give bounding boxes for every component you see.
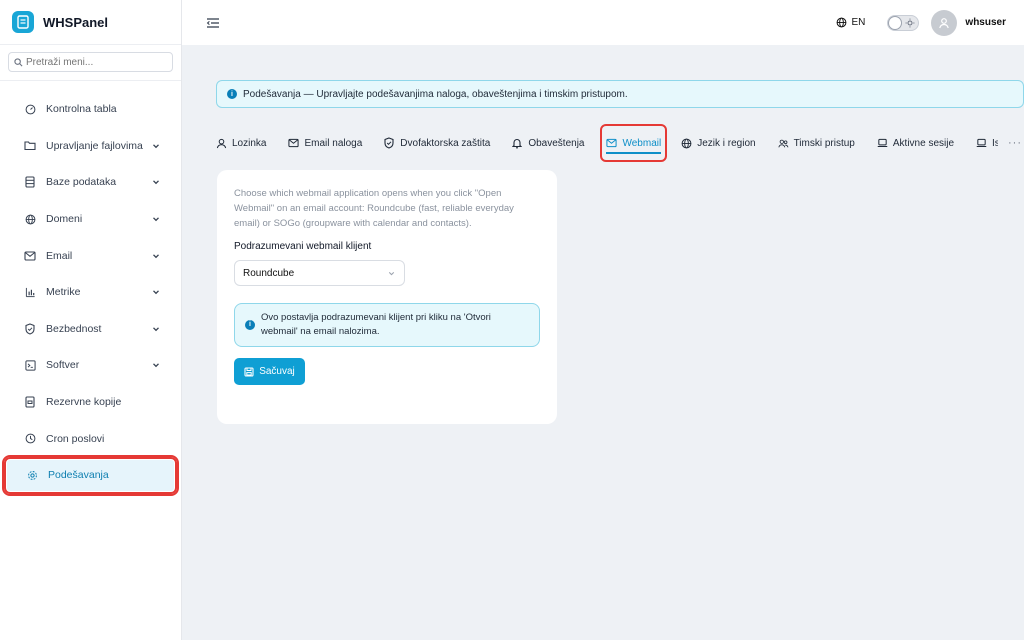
sidebar-item-security[interactable]: Bezbednost bbox=[0, 311, 181, 348]
sidebar: WHSPanel Kontrolna tabla Upravljanje faj… bbox=[0, 0, 182, 640]
sidebar-item-databases[interactable]: Baze podataka bbox=[0, 164, 181, 201]
tab-overflow-partial[interactable]: Is bbox=[976, 129, 998, 157]
gauge-icon bbox=[24, 103, 36, 115]
webmail-description: Choose which webmail application opens w… bbox=[234, 188, 514, 229]
selected-client: Roundcube bbox=[243, 267, 295, 279]
language-switcher[interactable]: EN bbox=[836, 17, 866, 28]
globe-icon bbox=[681, 138, 692, 149]
mail-icon bbox=[288, 138, 300, 149]
sidebar-item-cron[interactable]: Cron poslovi bbox=[0, 420, 181, 457]
username[interactable]: whsuser bbox=[965, 17, 1006, 28]
default-client-label: Podrazumevani webmail klijent bbox=[234, 241, 372, 252]
server-icon bbox=[12, 11, 34, 33]
tab-team-access[interactable]: Timski pristup bbox=[777, 129, 855, 157]
language-code: EN bbox=[851, 17, 866, 28]
mail-icon bbox=[606, 138, 618, 149]
theme-toggle[interactable] bbox=[887, 14, 920, 31]
sidebar-item-settings[interactable]: Podešavanja bbox=[2, 454, 179, 496]
save-button[interactable]: Sačuvaj bbox=[234, 358, 305, 385]
search-icon bbox=[14, 57, 23, 66]
database-icon bbox=[24, 176, 36, 189]
info-icon: i bbox=[245, 320, 255, 330]
search-input[interactable] bbox=[26, 56, 166, 68]
laptop-icon bbox=[976, 138, 987, 149]
tab-account-email[interactable]: Email naloga bbox=[288, 129, 362, 157]
tab-notifications[interactable]: Obaveštenja bbox=[512, 129, 584, 157]
folder-icon bbox=[24, 140, 36, 152]
main-content: i Podešavanja — Upravljajte podešavanjim… bbox=[182, 45, 1024, 640]
shield-icon bbox=[24, 323, 36, 335]
sidebar-item-software[interactable]: Softver bbox=[0, 347, 181, 384]
sidebar-item-dashboard[interactable]: Kontrolna tabla bbox=[0, 91, 181, 128]
sidebar-item-backups[interactable]: Rezervne kopije bbox=[0, 384, 181, 421]
more-tabs-button[interactable]: ··· bbox=[1008, 137, 1022, 149]
bar-chart-icon bbox=[24, 286, 36, 298]
tab-webmail[interactable]: Webmail bbox=[600, 124, 668, 162]
laptop-icon bbox=[877, 138, 888, 149]
terminal-icon bbox=[24, 359, 36, 371]
tab-active-sessions[interactable]: Aktivne sesije bbox=[877, 129, 954, 157]
tab-language-region[interactable]: Jezik i region bbox=[681, 129, 756, 157]
chevron-down-icon bbox=[153, 144, 159, 149]
sidebar-item-metrics[interactable]: Metrike bbox=[0, 274, 181, 311]
menu-search[interactable] bbox=[8, 52, 173, 72]
sidebar-item-files[interactable]: Upravljanje fajlovima bbox=[0, 128, 181, 165]
webmail-client-select[interactable]: Roundcube bbox=[234, 260, 405, 286]
note-text: Ovo postavlja podrazumevani klijent pri … bbox=[261, 312, 491, 337]
chevron-down-icon bbox=[153, 217, 159, 222]
sidebar-nav: Kontrolna tabla Upravljanje fajlovima Ba… bbox=[0, 81, 181, 496]
bell-icon bbox=[512, 138, 523, 149]
tab-password[interactable]: Lozinka bbox=[216, 129, 266, 157]
save-icon bbox=[244, 366, 254, 377]
brand-title: WHSPanel bbox=[43, 14, 109, 30]
webmail-settings-card: Choose which webmail application opens w… bbox=[217, 170, 557, 424]
chevron-down-icon bbox=[388, 271, 395, 275]
banner-text: Podešavanja — Upravljajte podešavanjima … bbox=[243, 88, 628, 100]
sidebar-item-domains[interactable]: Domeni bbox=[0, 201, 181, 238]
users-icon bbox=[777, 138, 789, 149]
user-icon bbox=[939, 17, 950, 28]
clock-icon bbox=[24, 433, 36, 445]
topbar: EN whsuser bbox=[182, 0, 1024, 45]
globe-icon bbox=[24, 213, 36, 225]
chevron-down-icon bbox=[153, 290, 159, 295]
gear-icon bbox=[26, 469, 38, 481]
menu-collapse-icon[interactable] bbox=[206, 16, 220, 30]
settings-tabs: Lozinka Email naloga Dvofaktorska zaštit… bbox=[216, 123, 1024, 163]
chevron-down-icon bbox=[153, 327, 159, 332]
avatar[interactable] bbox=[931, 9, 958, 36]
user-icon bbox=[216, 138, 227, 149]
shield-icon bbox=[384, 137, 395, 149]
chevron-down-icon bbox=[153, 363, 159, 368]
chevron-down-icon bbox=[153, 180, 159, 185]
tab-two-factor[interactable]: Dvofaktorska zaštita bbox=[384, 129, 490, 157]
default-client-note: i Ovo postavlja podrazumevani klijent pr… bbox=[234, 303, 540, 347]
chevron-down-icon bbox=[153, 254, 159, 258]
sun-icon bbox=[905, 18, 915, 27]
sidebar-item-email[interactable]: Email bbox=[0, 237, 181, 274]
archive-icon bbox=[24, 396, 36, 408]
toggle-knob bbox=[889, 16, 902, 29]
mail-icon bbox=[24, 250, 36, 262]
page-info-banner: i Podešavanja — Upravljajte podešavanjim… bbox=[216, 80, 1024, 108]
info-icon: i bbox=[227, 89, 237, 99]
globe-icon bbox=[836, 17, 846, 28]
brand[interactable]: WHSPanel bbox=[0, 0, 181, 45]
